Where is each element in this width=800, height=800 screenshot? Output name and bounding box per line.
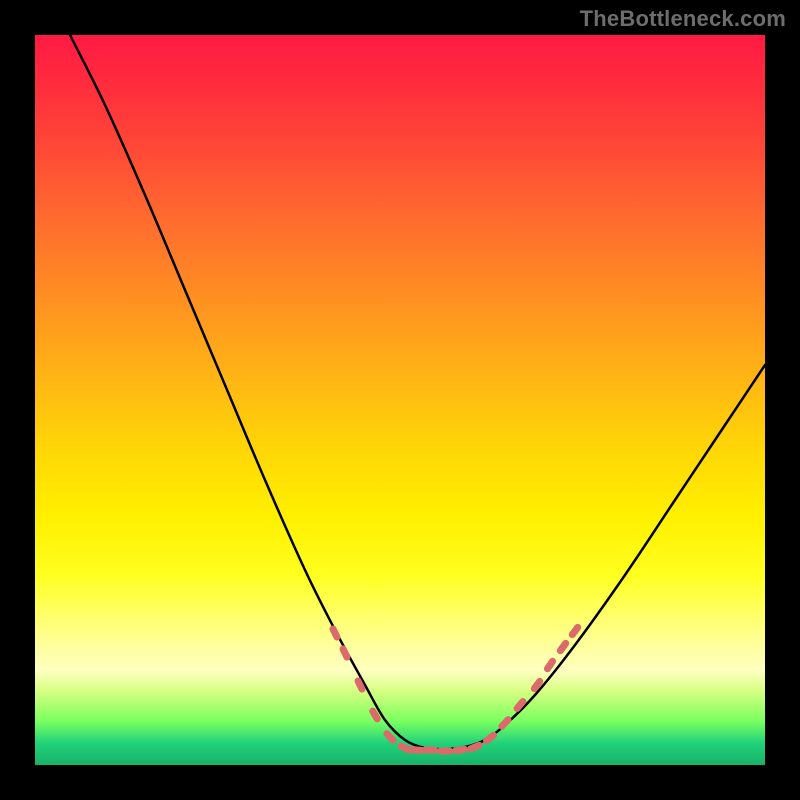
watermark-text: TheBottleneck.com	[580, 6, 786, 32]
bottleneck-marker	[437, 748, 453, 755]
bottleneck-marker	[338, 644, 351, 661]
chart-svg	[35, 35, 765, 765]
bottleneck-marker	[328, 624, 341, 641]
bottleneck-marker	[466, 741, 483, 753]
bottleneck-marker	[422, 746, 438, 754]
bottleneck-curve-path	[70, 35, 765, 749]
bottleneck-marker	[368, 706, 382, 723]
chart-frame	[35, 35, 765, 765]
bottleneck-marker	[452, 745, 469, 754]
